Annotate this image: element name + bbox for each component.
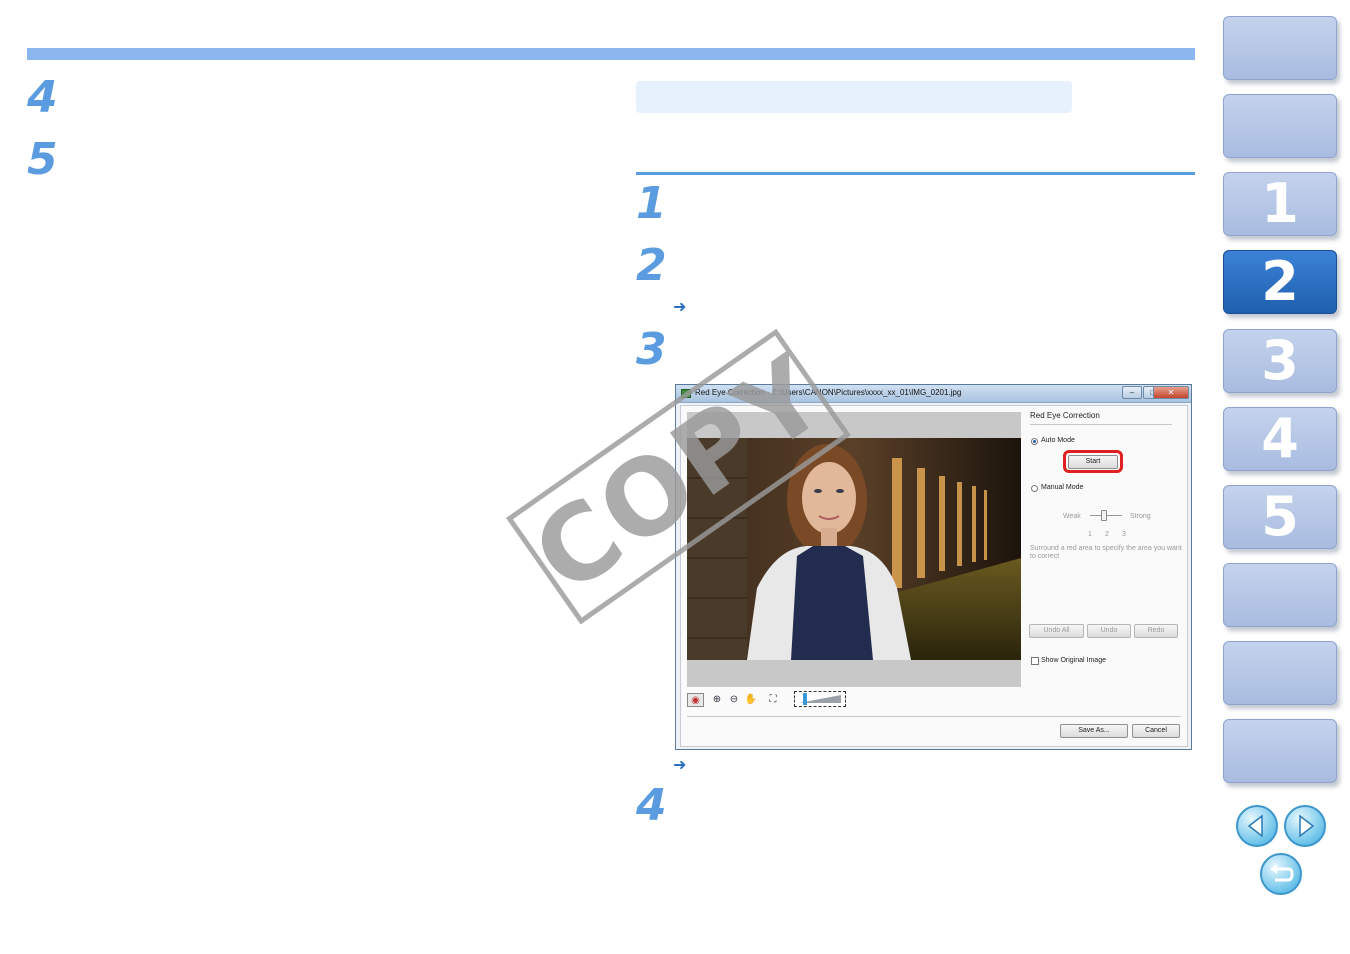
nav-tab-3[interactable]: 3: [1223, 329, 1337, 393]
return-icon: [1270, 864, 1294, 882]
highlight-ring: [1063, 450, 1123, 473]
auto-mode-radio[interactable]: [1031, 438, 1038, 445]
arrow-left-icon: [1247, 814, 1263, 838]
save-as-button[interactable]: Save As...: [1060, 724, 1128, 738]
zoom-out-icon[interactable]: ⊖: [727, 693, 741, 707]
manual-instruction: Surround a red area to specify the area …: [1030, 545, 1182, 560]
undo-all-button[interactable]: Undo All: [1029, 624, 1084, 638]
next-page-button[interactable]: [1284, 805, 1326, 847]
show-original-label: Show Original Image: [1041, 657, 1106, 664]
hand-icon[interactable]: ✋: [744, 693, 758, 707]
strong-label: Strong: [1130, 513, 1151, 520]
tick-label: 3: [1122, 531, 1126, 538]
auto-mode-label: Auto Mode: [1041, 437, 1075, 444]
show-original-checkbox[interactable]: [1031, 657, 1039, 665]
panel-divider: [1030, 424, 1172, 425]
zoom-slider[interactable]: [794, 691, 846, 707]
header-rule: [27, 48, 1195, 60]
cancel-button[interactable]: Cancel: [1132, 724, 1180, 738]
step-number: 1: [636, 178, 667, 229]
return-button[interactable]: [1260, 853, 1302, 895]
previous-page-button[interactable]: [1236, 805, 1278, 847]
nav-tab-4[interactable]: 4: [1223, 407, 1337, 471]
result-arrow-icon: ➜: [673, 297, 687, 316]
zoom-in-icon[interactable]: ⊕: [710, 693, 724, 707]
redo-button[interactable]: Redo: [1134, 624, 1178, 638]
nav-tab-blank[interactable]: [1223, 563, 1337, 627]
nav-tab-5[interactable]: 5: [1223, 485, 1337, 549]
nav-tab-blank[interactable]: [1223, 94, 1337, 158]
manual-mode-label: Manual Mode: [1041, 484, 1084, 491]
step-number: 4: [27, 72, 58, 123]
section-rule: [636, 172, 1195, 175]
nav-tab-blank[interactable]: [1223, 719, 1337, 783]
step-number: 5: [27, 134, 58, 185]
tick-label: 1: [1088, 531, 1092, 538]
nav-tab-1[interactable]: 1: [1223, 172, 1337, 236]
manual-mode-radio[interactable]: [1031, 485, 1038, 492]
footer-divider: [687, 716, 1181, 717]
nav-tab-blank[interactable]: [1223, 16, 1337, 80]
weak-label: Weak: [1063, 513, 1081, 520]
result-arrow-icon: ➜: [673, 755, 687, 774]
close-button[interactable]: ✕: [1153, 386, 1189, 399]
red-eye-icon[interactable]: ◉: [687, 693, 704, 707]
step-number: 4: [636, 780, 667, 831]
step-number: 3: [636, 324, 667, 375]
step-number: 2: [636, 240, 667, 291]
minimize-button[interactable]: –: [1122, 386, 1142, 399]
nav-tab-blank[interactable]: [1223, 641, 1337, 705]
fit-view-icon[interactable]: ⛶: [766, 693, 780, 707]
tick-label: 2: [1105, 531, 1109, 538]
nav-tab-2[interactable]: 2: [1223, 250, 1337, 314]
undo-button[interactable]: Undo: [1087, 624, 1131, 638]
strength-slider[interactable]: [1101, 510, 1107, 521]
arrow-right-icon: [1299, 814, 1315, 838]
panel-title: Red Eye Correction: [1030, 411, 1100, 420]
section-heading-box: [636, 81, 1072, 113]
